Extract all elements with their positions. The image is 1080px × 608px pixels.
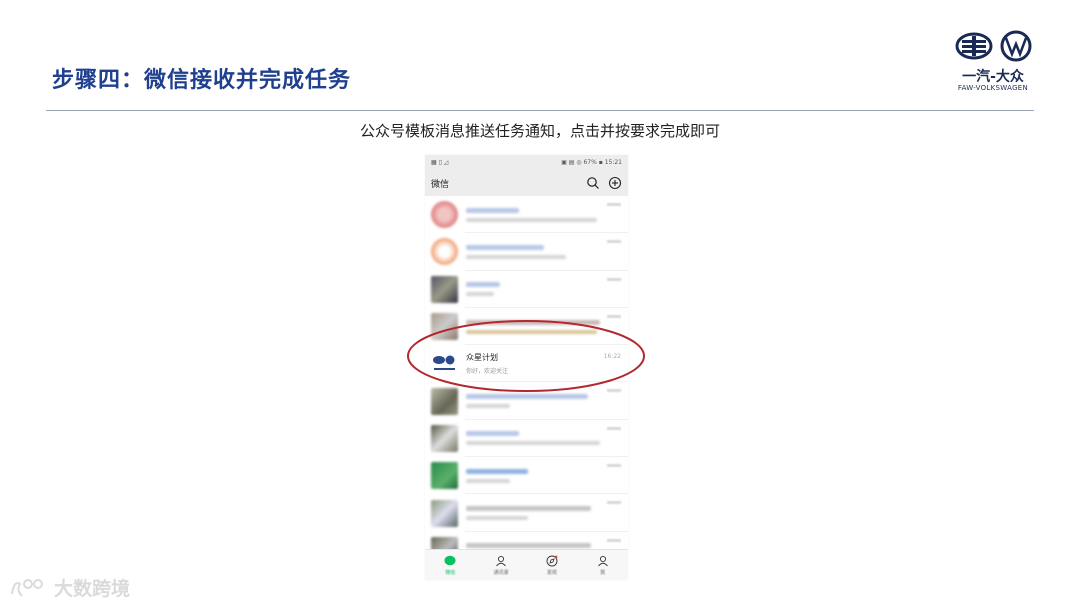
blurred-avatar: [431, 462, 458, 490]
person-icon: [597, 555, 608, 566]
blurred-avatar: [431, 424, 458, 452]
chat-item[interactable]: [425, 382, 628, 420]
status-indicators: ▣ ▤ ◎ 67% ▪ 15:21: [561, 159, 622, 166]
chat-item[interactable]: [425, 308, 628, 346]
contacts-icon: [496, 555, 506, 566]
title-divider: [46, 110, 1034, 111]
bottom-tab-bar: 微信 通讯录 发现 我: [425, 549, 628, 580]
highlighted-chat-item[interactable]: 众星计划 你好，欢迎关注 16:22: [425, 345, 628, 383]
chat-item[interactable]: [425, 494, 628, 532]
blurred-avatar: [431, 499, 458, 527]
tab-chats[interactable]: 微信: [425, 550, 476, 580]
blurred-avatar: [431, 313, 458, 341]
blurred-avatar: [431, 275, 458, 303]
chat-list: 众星计划 你好，欢迎关注 16:22: [425, 196, 628, 569]
blurred-avatar: [431, 387, 458, 415]
watermark-logo-icon: [11, 578, 43, 597]
chat-bubble-icon: [444, 555, 456, 565]
chat-item[interactable]: [425, 457, 628, 495]
chat-item[interactable]: [425, 196, 628, 234]
search-icon[interactable]: [586, 176, 600, 190]
chat-name: 众星计划: [466, 353, 498, 363]
tab-contacts[interactable]: 通讯录: [476, 550, 527, 580]
chat-item[interactable]: [425, 420, 628, 458]
chat-time: 16:22: [603, 353, 621, 361]
app-title: 微信: [431, 179, 450, 190]
wechat-app-bar: 微信: [425, 170, 628, 196]
compass-icon: [546, 555, 558, 566]
tab-discover[interactable]: 发现: [527, 550, 578, 580]
phone-screenshot: ▦ ▯ ◿ ▣ ▤ ◎ 67% ▪ 15:21 微信 众星计划 你好，欢迎关注 …: [425, 155, 628, 580]
watermark: 大数跨境: [8, 574, 130, 601]
blurred-avatar: [431, 238, 458, 266]
slide-subtitle: 公众号模板消息推送任务通知，点击并按要求完成即可: [359, 122, 720, 140]
watermark-text: 大数跨境: [54, 578, 131, 600]
faw-vw-avatar: [431, 350, 458, 377]
tab-me[interactable]: 我: [577, 550, 628, 580]
add-icon[interactable]: [608, 176, 622, 190]
status-bar: ▦ ▯ ◿ ▣ ▤ ◎ 67% ▪ 15:21: [425, 155, 628, 170]
logo-brand-text: 一汽-大众: [962, 69, 1024, 85]
faw-vw-mini-logo-icon: [433, 355, 455, 371]
chat-item[interactable]: [425, 271, 628, 308]
chat-preview: 你好，欢迎关注: [466, 368, 509, 376]
signal-icon: ▦ ▯ ◿: [431, 159, 449, 166]
slide-title: 步骤四：微信接收并完成任务: [52, 68, 352, 93]
chat-item[interactable]: [425, 233, 628, 271]
blurred-avatar: [431, 201, 458, 229]
logo-sub-text: FAW-VOLKSWAGEN: [957, 84, 1029, 92]
